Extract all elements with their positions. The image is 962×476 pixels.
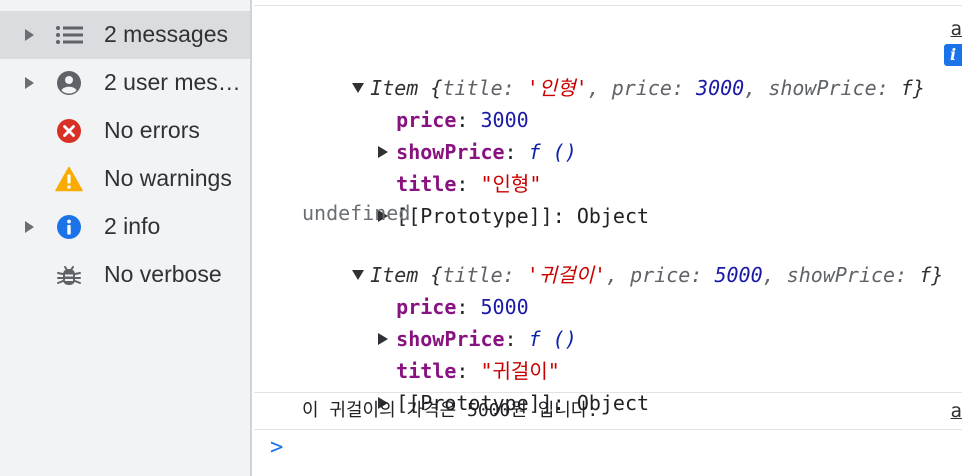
preview-key: price: [611, 76, 672, 100]
preview-value: 3000: [696, 76, 745, 100]
property-key: [[Prototype]]: [396, 204, 553, 228]
sidebar-item-label: No errors: [104, 116, 200, 143]
sidebar-item-label: 2 user mes…: [104, 68, 241, 95]
preview-value: f: [900, 76, 913, 100]
bug-icon: [55, 261, 83, 289]
brace: }: [931, 263, 944, 287]
log-entry-object[interactable]: Item {title: '인형', price: 3000, showPric…: [304, 40, 925, 100]
log-entry-object[interactable]: Item {title: '귀걸이', price: 5000, showPri…: [304, 227, 943, 287]
sidebar-item-verbose[interactable]: No verbose: [0, 251, 250, 299]
console-prompt-icon[interactable]: >: [270, 436, 283, 460]
sidebar-item-messages[interactable]: 2 messages: [0, 11, 250, 59]
expand-arrow-icon[interactable]: [25, 29, 34, 41]
object-property-row[interactable]: [[Prototype]]: Object: [330, 355, 649, 415]
sidebar-item-user-messages[interactable]: 2 user mes…: [0, 59, 250, 107]
property-value: Object: [576, 204, 650, 228]
object-property-row: price: 3000: [396, 108, 529, 132]
sidebar-item-label: 2 info: [104, 212, 161, 239]
expand-arrow-icon[interactable]: [25, 221, 34, 233]
preview-value: '귀걸이': [526, 263, 607, 287]
object-property-row[interactable]: [[Prototype]]: Object: [330, 168, 649, 228]
brace: }: [912, 76, 925, 100]
source-link[interactable]: a: [951, 400, 962, 422]
divider: [254, 392, 962, 393]
sidebar-item-info[interactable]: 2 info: [0, 203, 250, 251]
sidebar-item-label: No verbose: [104, 260, 222, 287]
console-output: a i Item {title: '인형', price: 3000, show…: [254, 0, 962, 476]
divider: [254, 429, 962, 430]
expand-arrow-icon[interactable]: [25, 77, 34, 89]
preview-key: price: [630, 263, 691, 287]
info-icon: [55, 213, 83, 241]
warning-icon: [55, 165, 83, 193]
source-link[interactable]: a: [951, 18, 962, 40]
user-icon: [55, 69, 83, 97]
console-sidebar: 2 messages 2 user mes… No errors No warn…: [0, 0, 252, 476]
sidebar-item-label: 2 messages: [104, 20, 229, 47]
object-property-row[interactable]: showPrice: f (): [330, 104, 577, 164]
list-icon: [55, 21, 83, 49]
return-value: undefined: [302, 201, 411, 225]
preview-key: showPrice: [786, 263, 896, 287]
object-property-row: title: "인형": [396, 172, 542, 196]
object-property-row[interactable]: showPrice: f (): [330, 291, 577, 351]
log-message: 이 귀걸이의 가격은 5000원 입니다.: [302, 400, 599, 421]
object-property-row: title: "귀걸이": [396, 359, 560, 383]
object-property-row: price: 5000: [396, 295, 529, 319]
sidebar-item-warnings[interactable]: No warnings: [0, 155, 250, 203]
preview-value: 5000: [714, 263, 763, 287]
preview-key: showPrice: [768, 76, 877, 100]
sidebar-item-label: No warnings: [104, 164, 232, 191]
error-icon: [55, 117, 83, 145]
info-badge-icon[interactable]: i: [944, 44, 962, 66]
preview-value: '인형': [526, 76, 588, 100]
divider: [254, 0, 962, 6]
sidebar-item-errors[interactable]: No errors: [0, 107, 250, 155]
preview-value: f: [919, 263, 932, 287]
